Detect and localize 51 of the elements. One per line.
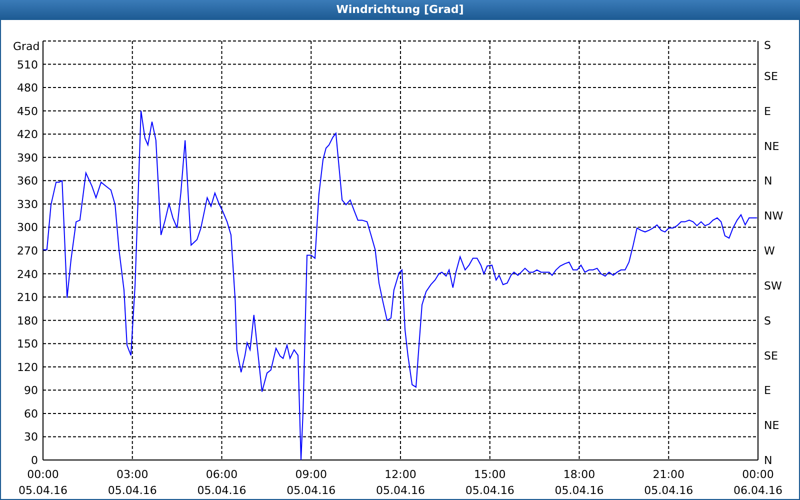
x-tick-label: 06:00 [206,468,238,481]
compass-tick-label: SE [764,70,778,83]
x-tick-label: 00:00 [27,468,59,481]
y-tick-label: 60 [24,407,38,420]
y-tick-label: 90 [24,384,38,398]
compass-tick-label: E [764,104,771,118]
y-tick-label: 300 [17,221,38,234]
y-tick-label: 120 [17,360,38,374]
x-tick-label: 12:00 [384,468,416,481]
x-tick-date: 05.04.16 [286,484,336,497]
compass-tick-label: NW [764,210,784,223]
x-tick-label: 18:00 [563,468,596,481]
compass-tick-label: W [764,244,775,258]
x-tick-date: 05.04.16 [465,484,514,497]
y-axis-label: Grad [13,40,40,53]
window-title: Windrichtung [Grad] [336,2,464,18]
y-tick-label: 420 [17,128,38,142]
compass-tick-label: SE [764,349,778,362]
y-tick-label: 270 [17,244,38,258]
x-tick-date: 06.04.16 [734,484,782,497]
x-tick-date: 05.04.16 [108,484,157,497]
x-tick-date: 05.04.16 [644,484,694,497]
y-tick-label: 330 [17,198,38,211]
compass-tick-label: S [764,314,771,328]
y-tick-label: 240 [17,268,38,281]
y-tick-label: 360 [17,174,38,188]
x-tick-label: 00:00 [742,468,774,481]
compass-tick-label: E [764,384,771,398]
y-tick-label: 390 [17,151,38,164]
y-tick-label: 510 [17,58,38,72]
y-tick-label: 30 [24,430,38,444]
compass-tick-label: SW [764,279,782,292]
x-tick-label: 09:00 [295,468,327,481]
x-tick-date: 05.04.16 [197,484,246,497]
y-tick-label: 480 [17,82,38,95]
compass-tick-label: N [764,454,772,467]
y-tick-label: 150 [17,338,38,351]
compass-tick-label: N [764,174,772,188]
x-tick-date: 05.04.16 [18,484,68,497]
y-tick-label: 210 [17,291,38,304]
compass-tick-label: S [764,39,771,52]
x-tick-label: 15:00 [474,468,506,481]
y-tick-label: 0 [31,454,38,467]
x-tick-date: 05.04.16 [554,484,604,497]
compass-tick-label: NE [764,140,780,153]
x-tick-label: 03:00 [116,468,148,481]
compass-tick-label: NE [764,419,780,432]
y-tick-label: 450 [17,104,38,118]
x-tick-label: 21:00 [652,468,684,481]
y-tick-label: 180 [17,314,38,328]
x-tick-date: 05.04.16 [376,484,425,497]
